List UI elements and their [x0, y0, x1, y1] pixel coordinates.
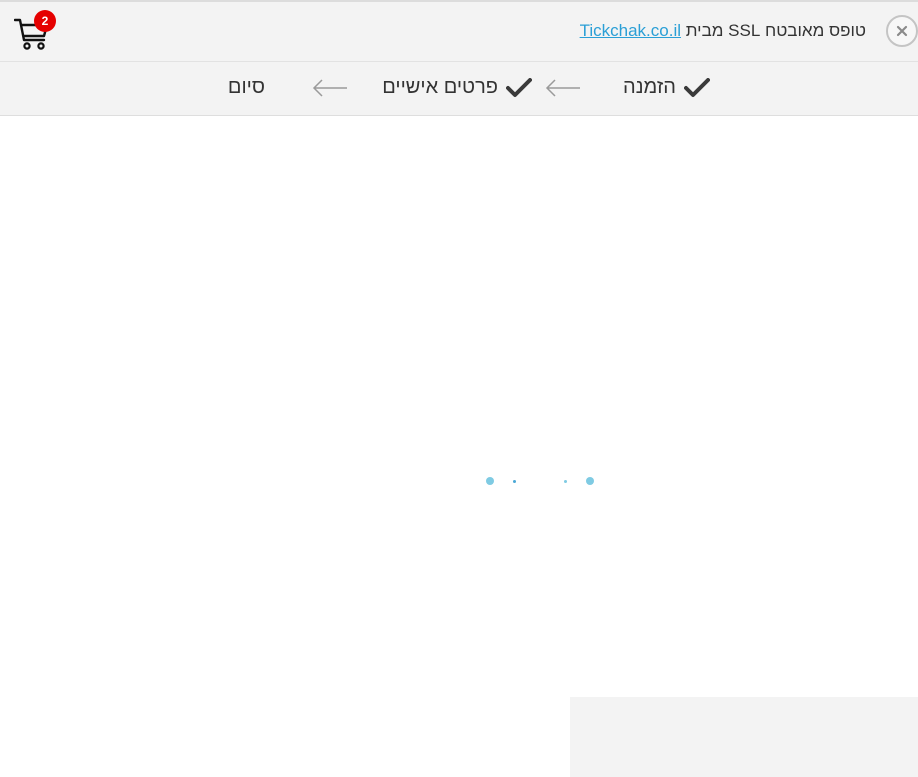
checkout-steps: הזמנה פרטים אישיים סיום — [0, 62, 918, 116]
secure-form-text: טופס מאובטח SSL מבית — [685, 21, 866, 40]
close-icon — [896, 25, 908, 37]
step-finish: סיום — [228, 76, 265, 99]
cart-count-badge: 2 — [34, 10, 56, 32]
loading-spinner — [480, 472, 600, 490]
top-bar: טופס מאובטח SSL מבית Tickchak.co.il 2 — [0, 0, 918, 62]
close-button[interactable] — [886, 15, 918, 47]
tickchak-link[interactable]: Tickchak.co.il — [580, 21, 681, 40]
loader-dot — [586, 477, 594, 485]
loader-dot — [513, 480, 516, 483]
step-personal-details: פרטים אישיים — [382, 76, 532, 99]
bottom-panel — [570, 697, 918, 777]
arrow-left-icon — [312, 79, 347, 97]
step-order: הזמנה — [623, 76, 710, 99]
loader-dot — [564, 480, 567, 483]
arrow-left-icon — [545, 79, 580, 97]
step-finish-label: סיום — [227, 76, 265, 98]
step-order-label: הזמנה — [623, 76, 676, 98]
step-personal-details-label: פרטים אישיים — [382, 76, 498, 98]
check-icon — [506, 77, 532, 97]
secure-form-notice: טופס מאובטח SSL מבית Tickchak.co.il — [580, 21, 866, 41]
check-icon — [684, 77, 710, 97]
checkout-page: טופס מאובטח SSL מבית Tickchak.co.il 2 הז… — [0, 0, 918, 777]
loader-dot — [486, 477, 494, 485]
